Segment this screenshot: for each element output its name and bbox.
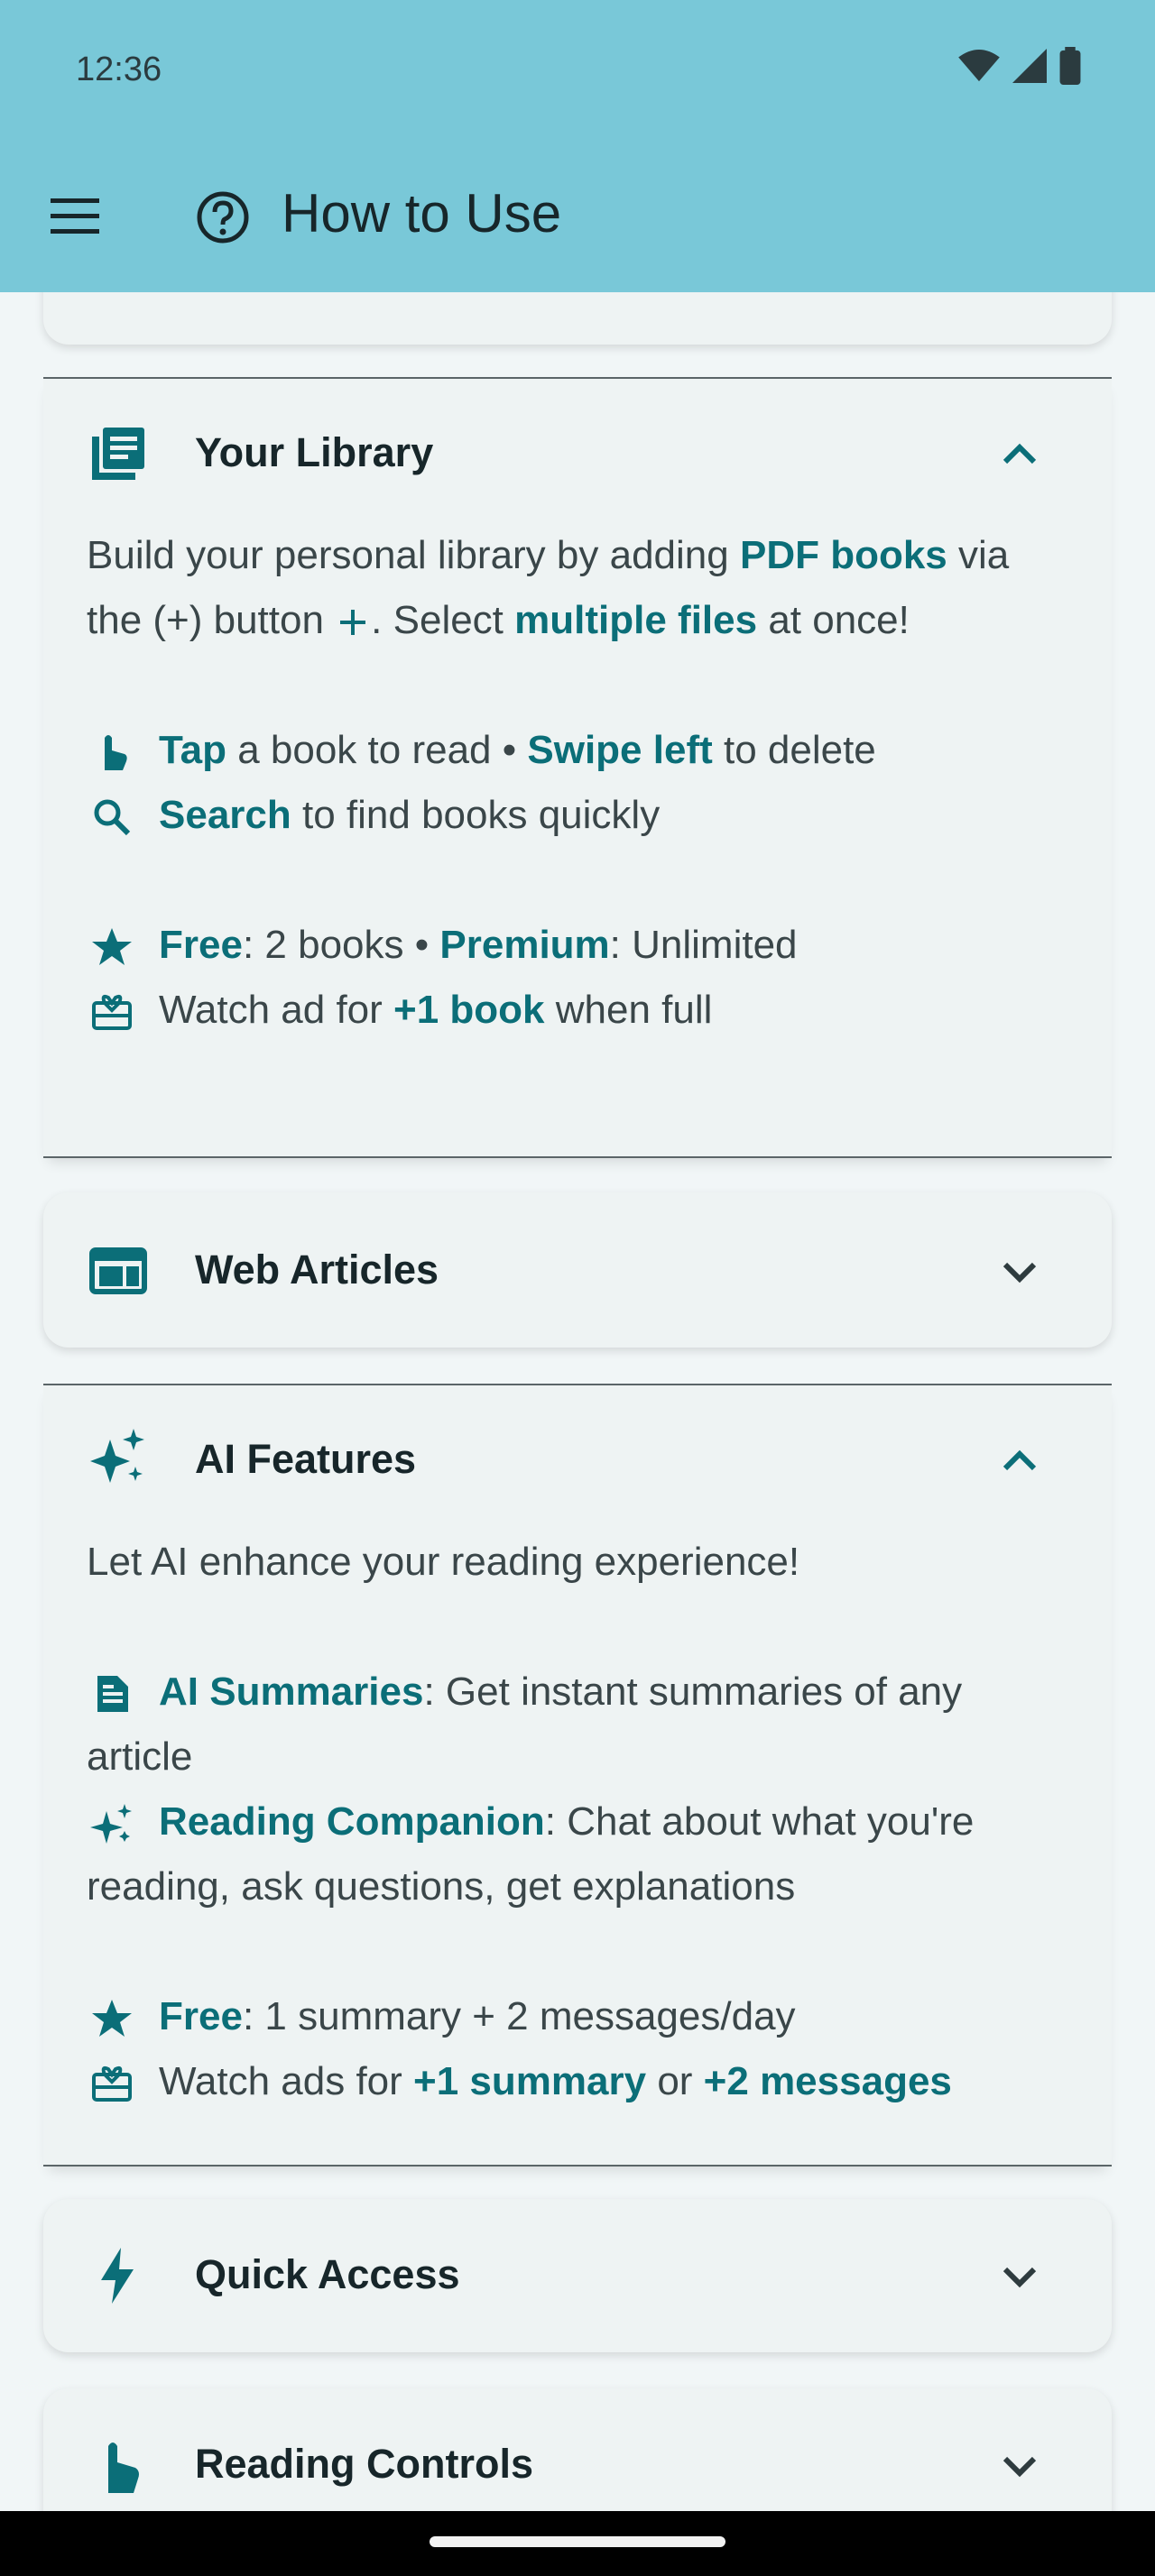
reading-companion-line: Reading Companion: Chat about what you'r… xyxy=(87,1789,1072,1919)
search-label: Search xyxy=(159,793,291,837)
section-title: Web Articles xyxy=(195,1247,439,1293)
ai-watch-ad-line: Watch ads for +1 summary or +2 messages xyxy=(87,2049,1072,2114)
battery-icon xyxy=(1059,47,1081,85)
section-header-web[interactable]: Web Articles xyxy=(43,1196,1112,1344)
document-icon xyxy=(97,1676,128,1712)
section-body-library: Build your personal library by adding PD… xyxy=(87,523,1072,1043)
watch-text: Watch ads for xyxy=(159,2059,414,2103)
help-circle-icon[interactable] xyxy=(193,188,253,247)
home-gesture-handle[interactable] xyxy=(430,2536,725,2547)
search-line: Search to find books quickly xyxy=(87,783,1072,848)
watch-text: when full xyxy=(544,988,713,1032)
tap-text: a book to read • xyxy=(226,728,528,772)
library-intro: Build your personal library by adding PD… xyxy=(87,523,1072,653)
watch-text: or xyxy=(646,2059,704,2103)
system-icons xyxy=(958,47,1081,85)
section-your-library: Your Library Build your personal library… xyxy=(43,377,1112,1158)
web-article-icon xyxy=(89,1247,147,1294)
watch-ad-line: Watch ad for +1 book when full xyxy=(87,978,1072,1043)
ai-summaries-line: AI Summaries: Get instant summaries of a… xyxy=(87,1660,1072,1789)
intro-text: at once! xyxy=(757,598,910,642)
section-quick-access[interactable]: Quick Access xyxy=(43,2199,1112,2352)
section-ai-features: AI Features Let AI enhance your reading … xyxy=(43,1384,1112,2167)
premium-label: Premium xyxy=(439,923,610,967)
cellular-signal-icon xyxy=(1012,49,1047,83)
section-title: AI Features xyxy=(195,1436,417,1482)
intro-text: . Select xyxy=(371,598,515,642)
chevron-up-icon[interactable] xyxy=(1000,1441,1040,1481)
intro-text: Build your personal library by adding xyxy=(87,533,740,577)
search-icon xyxy=(94,799,131,836)
touch-hand-icon xyxy=(105,735,127,770)
section-header-ai[interactable]: AI Features xyxy=(43,1385,1112,1533)
search-text: to find books quickly xyxy=(291,793,661,837)
section-header-reading[interactable]: Reading Controls xyxy=(43,2390,1112,2511)
star-icon xyxy=(92,2000,132,2037)
tap-label: Tap xyxy=(159,728,226,772)
wifi-icon xyxy=(958,49,1000,82)
chevron-down-icon[interactable] xyxy=(1000,2446,1040,2486)
section-title: Reading Controls xyxy=(195,2441,534,2487)
hamburger-menu-icon[interactable] xyxy=(45,191,108,242)
intro-highlight-pdf: PDF books xyxy=(739,533,947,577)
section-title: Quick Access xyxy=(195,2251,460,2297)
free-label: Free xyxy=(159,1994,243,2038)
watch-highlight-summary: +1 summary xyxy=(413,2059,647,2103)
star-icon xyxy=(92,928,132,965)
status-time: 12:36 xyxy=(76,51,162,88)
section-web-articles[interactable]: Web Articles xyxy=(43,1192,1112,1348)
app-bar: How to Use xyxy=(0,135,1155,292)
plan-line: Free: 2 books • Premium: Unlimited xyxy=(87,913,1072,978)
summaries-label: AI Summaries xyxy=(159,1670,424,1714)
tap-swipe-line: Tap a book to read • Swipe left to delet… xyxy=(87,718,1072,783)
plus-icon xyxy=(340,610,366,635)
touch-hand-icon xyxy=(108,2443,139,2493)
chevron-down-icon[interactable] xyxy=(1000,2257,1040,2296)
watch-highlight: +1 book xyxy=(393,988,545,1032)
sparkles-icon xyxy=(90,1429,144,1483)
section-body-ai: Let AI enhance your reading experience! … xyxy=(87,1530,1072,2114)
section-title: Your Library xyxy=(195,429,434,475)
page-title: How to Use xyxy=(282,183,562,244)
watch-text: Watch ad for xyxy=(159,988,394,1032)
swipe-label: Swipe left xyxy=(527,728,713,772)
free-text: : 1 summary + 2 messages/day xyxy=(242,1994,796,2038)
help-content: Your Library Build your personal library… xyxy=(0,292,1155,2511)
sparkles-icon xyxy=(90,1804,132,1844)
chevron-up-icon[interactable] xyxy=(1000,435,1040,474)
free-label: Free xyxy=(159,923,243,967)
status-bar: 12:36 xyxy=(0,0,1155,135)
previous-section-card[interactable] xyxy=(43,292,1112,345)
intro-highlight-multi: multiple files xyxy=(514,598,758,642)
companion-label: Reading Companion xyxy=(159,1799,545,1844)
section-reading-controls[interactable]: Reading Controls xyxy=(43,2388,1112,2511)
gift-card-icon xyxy=(92,2065,132,2102)
premium-text: : Unlimited xyxy=(609,923,798,967)
free-text: : 2 books • xyxy=(242,923,440,967)
watch-highlight-messages: +2 messages xyxy=(703,2059,952,2103)
ai-intro: Let AI enhance your reading experience! xyxy=(87,1540,800,1584)
system-navigation-bar xyxy=(0,2511,1155,2576)
lightning-bolt-icon xyxy=(101,2248,134,2304)
swipe-text: to delete xyxy=(712,728,876,772)
section-header-library[interactable]: Your Library xyxy=(43,379,1112,527)
library-books-icon xyxy=(92,428,144,480)
section-header-quick[interactable]: Quick Access xyxy=(43,2201,1112,2349)
gift-card-icon xyxy=(92,994,132,1030)
chevron-down-icon[interactable] xyxy=(1000,1252,1040,1292)
ai-plan-line: Free: 1 summary + 2 messages/day xyxy=(87,1984,1072,2049)
